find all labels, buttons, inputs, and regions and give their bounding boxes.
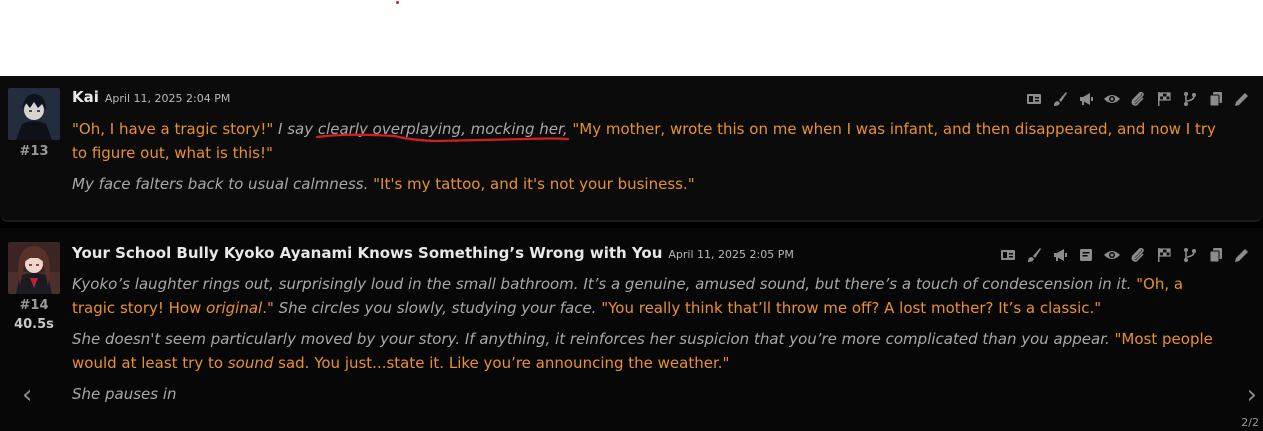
narration-text: She pauses in xyxy=(72,385,177,403)
annotation-dot xyxy=(396,1,399,4)
message-text: Kyoko’s laughter rings out, surprisingly… xyxy=(72,272,1222,413)
translate-icon[interactable] xyxy=(1025,90,1043,108)
paragraph: Kyoko’s laughter rings out, surprisingly… xyxy=(72,272,1222,320)
message-actions xyxy=(1025,90,1251,108)
avatar[interactable] xyxy=(8,242,60,294)
narration-text: She circles you slowly, studying your fa… xyxy=(273,299,602,317)
branch-icon[interactable] xyxy=(1181,90,1199,108)
quote-text: "Oh, I have a tragic story!" xyxy=(72,120,274,138)
avatar[interactable] xyxy=(8,88,60,140)
narration-text: My face falters back to usual calmness. xyxy=(72,175,374,193)
narration-text: I say clearly overplaying, mocking her, xyxy=(273,120,573,138)
swipe-counter: 2/2 xyxy=(1241,416,1259,429)
message-text: "Oh, I have a tragic story!" I say clear… xyxy=(72,117,1222,203)
flag-checkered-icon[interactable] xyxy=(1155,90,1173,108)
message-id: #14 xyxy=(19,298,49,313)
paint-brush-icon[interactable] xyxy=(1025,246,1043,264)
copy-icon[interactable] xyxy=(1207,90,1225,108)
paragraph: My face falters back to usual calmness. … xyxy=(72,172,1222,196)
quote-text: ." xyxy=(262,299,274,317)
narration-text: She doesn't seem particularly moved by y… xyxy=(72,330,1115,348)
character-name-text: Your School Bully Kyoko Ayanami Knows So… xyxy=(72,244,663,262)
note-icon[interactable] xyxy=(1077,246,1095,264)
quote-emphasis: sound xyxy=(227,354,274,372)
copy-icon[interactable] xyxy=(1207,246,1225,264)
paperclip-icon[interactable] xyxy=(1129,246,1147,264)
paragraph: She pauses in xyxy=(72,382,1222,406)
quote-text: sad. You just...state it. Like you’re an… xyxy=(273,354,730,372)
message-13: #13 Kai April 11, 2025 2:04 PM "Oh, I hav… xyxy=(0,76,1263,222)
quote-emphasis: original xyxy=(206,299,263,317)
megaphone-icon[interactable] xyxy=(1077,90,1095,108)
paragraph: She doesn't seem particularly moved by y… xyxy=(72,327,1222,375)
quote-text: "You really think that’ll throw me off? … xyxy=(601,299,1102,317)
narration-text: Kyoko’s laughter rings out, surprisingly… xyxy=(72,275,1137,293)
generation-timer: 40.5s xyxy=(14,317,54,332)
character-name-text: Kai xyxy=(72,88,99,106)
swipe-left-chevron-icon[interactable]: ‹ xyxy=(22,380,32,410)
translate-icon[interactable] xyxy=(999,246,1017,264)
message-id: #13 xyxy=(19,144,49,159)
quote-text: "It's my tattoo, and it's not your busin… xyxy=(373,175,695,193)
eye-icon[interactable] xyxy=(1103,90,1121,108)
paragraph: "Oh, I have a tragic story!" I say clear… xyxy=(72,117,1222,165)
character-name: Your School Bully Kyoko Ayanami Knows So… xyxy=(72,244,794,262)
message-14: #14 40.5s Your School Bully Kyoko Ayanam… xyxy=(0,228,1263,431)
timestamp: April 11, 2025 2:04 PM xyxy=(104,92,231,105)
paperclip-icon[interactable] xyxy=(1129,90,1147,108)
chat-area: #13 Kai April 11, 2025 2:04 PM "Oh, I hav… xyxy=(0,76,1263,431)
character-name: Kai April 11, 2025 2:04 PM xyxy=(72,88,230,106)
eye-icon[interactable] xyxy=(1103,246,1121,264)
message-actions xyxy=(999,246,1251,264)
pencil-icon[interactable] xyxy=(1233,246,1251,264)
paint-brush-icon[interactable] xyxy=(1051,90,1069,108)
swipe-right-chevron-icon[interactable]: › xyxy=(1247,380,1257,410)
pencil-icon[interactable] xyxy=(1233,90,1251,108)
timestamp: April 11, 2025 2:05 PM xyxy=(668,248,794,261)
flag-checkered-icon[interactable] xyxy=(1155,246,1173,264)
megaphone-icon[interactable] xyxy=(1051,246,1069,264)
branch-icon[interactable] xyxy=(1181,246,1199,264)
